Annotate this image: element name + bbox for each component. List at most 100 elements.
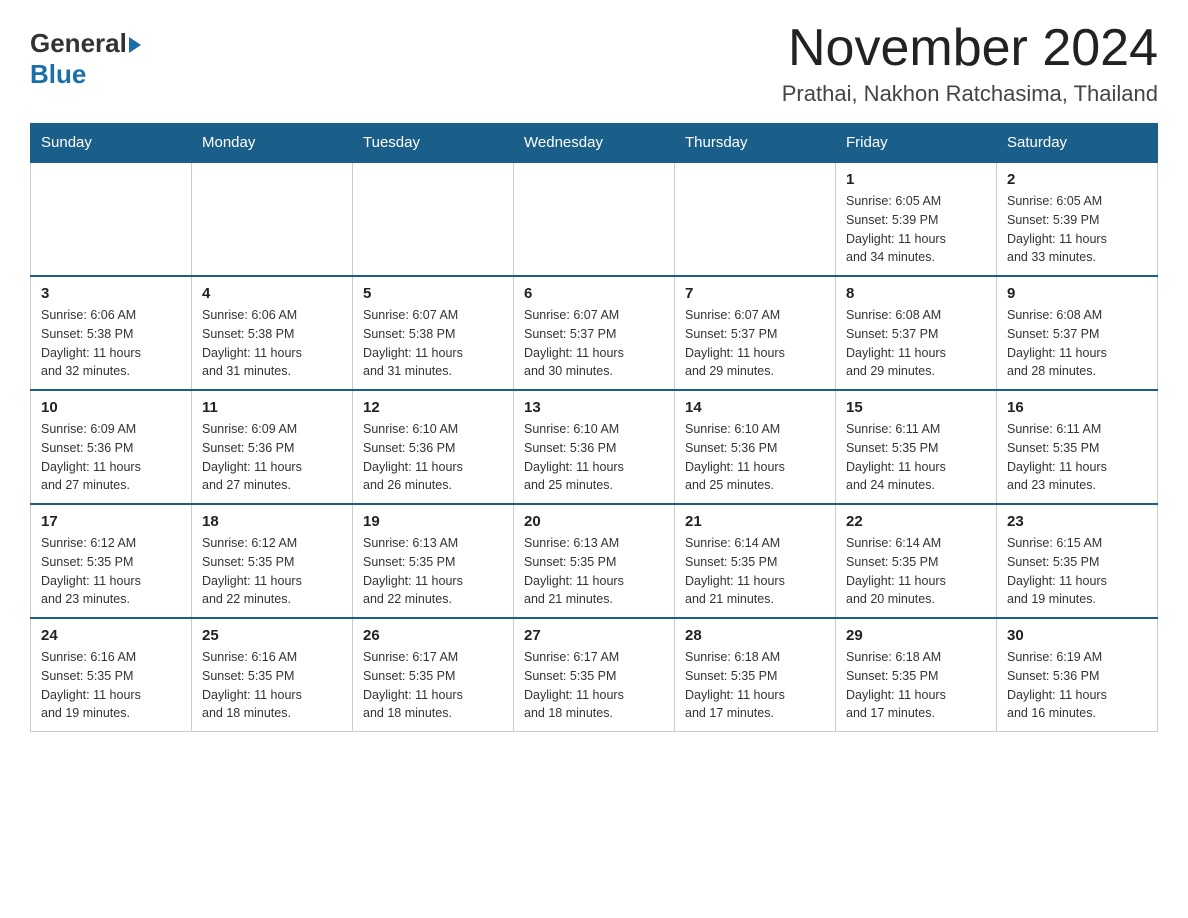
day-info: Sunrise: 6:18 AMSunset: 5:35 PMDaylight:… — [685, 648, 825, 723]
day-info: Sunrise: 6:09 AMSunset: 5:36 PMDaylight:… — [41, 420, 181, 495]
day-info: Sunrise: 6:09 AMSunset: 5:36 PMDaylight:… — [202, 420, 342, 495]
day-number: 23 — [1007, 513, 1147, 530]
day-info: Sunrise: 6:05 AMSunset: 5:39 PMDaylight:… — [1007, 192, 1147, 267]
day-number: 9 — [1007, 285, 1147, 302]
day-number: 20 — [524, 513, 664, 530]
day-info: Sunrise: 6:13 AMSunset: 5:35 PMDaylight:… — [363, 534, 503, 609]
calendar-cell — [514, 162, 675, 276]
calendar-cell: 24 Sunrise: 6:16 AMSunset: 5:35 PMDayligh… — [31, 618, 192, 732]
day-number: 11 — [202, 399, 342, 416]
day-number: 15 — [846, 399, 986, 416]
title-section: November 2024 Prathai, Nakhon Ratchasima… — [782, 20, 1158, 107]
day-info: Sunrise: 6:17 AMSunset: 5:35 PMDaylight:… — [363, 648, 503, 723]
calendar-cell — [353, 162, 514, 276]
logo: General Blue — [30, 20, 141, 90]
logo-triangle-icon — [129, 37, 141, 53]
calendar-cell: 2 Sunrise: 6:05 AMSunset: 5:39 PMDaylight… — [997, 162, 1158, 276]
day-number: 10 — [41, 399, 181, 416]
day-number: 4 — [202, 285, 342, 302]
calendar-cell: 25Sunrise: 6:16 AMSunset: 5:35 PMDayligh… — [192, 618, 353, 732]
day-info: Sunrise: 6:16 AMSunset: 5:35 PMDaylight:… — [41, 648, 181, 723]
calendar-cell: 19 Sunrise: 6:13 AMSunset: 5:35 PMDayligh… — [353, 504, 514, 618]
calendar-cell: 22 Sunrise: 6:14 AMSunset: 5:35 PMDayligh… — [836, 504, 997, 618]
day-info: Sunrise: 6:06 AMSunset: 5:38 PMDaylight:… — [41, 306, 181, 381]
calendar-cell: 3 Sunrise: 6:06 AMSunset: 5:38 PMDaylight… — [31, 276, 192, 390]
calendar-day-header: Monday — [192, 124, 353, 163]
calendar-cell: 27Sunrise: 6:17 AMSunset: 5:35 PMDayligh… — [514, 618, 675, 732]
day-number: 21 — [685, 513, 825, 530]
day-number: 22 — [846, 513, 986, 530]
calendar-cell: 26 Sunrise: 6:17 AMSunset: 5:35 PMDayligh… — [353, 618, 514, 732]
day-number: 7 — [685, 285, 825, 302]
day-number: 25 — [202, 627, 342, 644]
day-number: 2 — [1007, 171, 1147, 188]
calendar-cell: 29Sunrise: 6:18 AMSunset: 5:35 PMDayligh… — [836, 618, 997, 732]
calendar-week-row: 24 Sunrise: 6:16 AMSunset: 5:35 PMDayligh… — [31, 618, 1158, 732]
calendar-cell: 12 Sunrise: 6:10 AMSunset: 5:36 PMDayligh… — [353, 390, 514, 504]
calendar-cell — [675, 162, 836, 276]
calendar-cell: 30 Sunrise: 6:19 AMSunset: 5:36 PMDayligh… — [997, 618, 1158, 732]
calendar-table: SundayMondayTuesdayWednesdayThursdayFrid… — [30, 123, 1158, 732]
day-info: Sunrise: 6:08 AMSunset: 5:37 PMDaylight:… — [846, 306, 986, 381]
day-info: Sunrise: 6:10 AMSunset: 5:36 PMDaylight:… — [524, 420, 664, 495]
day-number: 30 — [1007, 627, 1147, 644]
day-info: Sunrise: 6:12 AMSunset: 5:35 PMDaylight:… — [202, 534, 342, 609]
calendar-cell: 9Sunrise: 6:08 AMSunset: 5:37 PMDaylight… — [997, 276, 1158, 390]
day-info: Sunrise: 6:14 AMSunset: 5:35 PMDaylight:… — [846, 534, 986, 609]
calendar-cell — [31, 162, 192, 276]
day-info: Sunrise: 6:07 AMSunset: 5:37 PMDaylight:… — [524, 306, 664, 381]
calendar-week-row: 10 Sunrise: 6:09 AMSunset: 5:36 PMDayligh… — [31, 390, 1158, 504]
calendar-cell: 5Sunrise: 6:07 AMSunset: 5:38 PMDaylight… — [353, 276, 514, 390]
calendar-cell: 6 Sunrise: 6:07 AMSunset: 5:37 PMDaylight… — [514, 276, 675, 390]
calendar-header-row: SundayMondayTuesdayWednesdayThursdayFrid… — [31, 124, 1158, 163]
day-info: Sunrise: 6:06 AMSunset: 5:38 PMDaylight:… — [202, 306, 342, 381]
day-number: 13 — [524, 399, 664, 416]
day-info: Sunrise: 6:19 AMSunset: 5:36 PMDaylight:… — [1007, 648, 1147, 723]
day-info: Sunrise: 6:17 AMSunset: 5:35 PMDaylight:… — [524, 648, 664, 723]
day-info: Sunrise: 6:12 AMSunset: 5:35 PMDaylight:… — [41, 534, 181, 609]
calendar-day-header: Saturday — [997, 124, 1158, 163]
day-number: 1 — [846, 171, 986, 188]
day-info: Sunrise: 6:11 AMSunset: 5:35 PMDaylight:… — [846, 420, 986, 495]
day-info: Sunrise: 6:14 AMSunset: 5:35 PMDaylight:… — [685, 534, 825, 609]
page-header: General Blue November 2024 Prathai, Nakh… — [30, 20, 1158, 107]
day-number: 3 — [41, 285, 181, 302]
calendar-cell: 14 Sunrise: 6:10 AMSunset: 5:36 PMDayligh… — [675, 390, 836, 504]
day-number: 8 — [846, 285, 986, 302]
day-number: 24 — [41, 627, 181, 644]
day-info: Sunrise: 6:10 AMSunset: 5:36 PMDaylight:… — [363, 420, 503, 495]
calendar-cell: 4 Sunrise: 6:06 AMSunset: 5:38 PMDaylight… — [192, 276, 353, 390]
location-title: Prathai, Nakhon Ratchasima, Thailand — [782, 81, 1158, 107]
calendar-week-row: 17 Sunrise: 6:12 AMSunset: 5:35 PMDayligh… — [31, 504, 1158, 618]
calendar-cell: 18 Sunrise: 6:12 AMSunset: 5:35 PMDayligh… — [192, 504, 353, 618]
day-number: 28 — [685, 627, 825, 644]
calendar-cell: 28 Sunrise: 6:18 AMSunset: 5:35 PMDayligh… — [675, 618, 836, 732]
calendar-cell: 8 Sunrise: 6:08 AMSunset: 5:37 PMDaylight… — [836, 276, 997, 390]
day-number: 26 — [363, 627, 503, 644]
day-info: Sunrise: 6:05 AMSunset: 5:39 PMDaylight:… — [846, 192, 986, 267]
calendar-week-row: 1 Sunrise: 6:05 AMSunset: 5:39 PMDaylight… — [31, 162, 1158, 276]
day-number: 17 — [41, 513, 181, 530]
day-info: Sunrise: 6:11 AMSunset: 5:35 PMDaylight:… — [1007, 420, 1147, 495]
calendar-cell — [192, 162, 353, 276]
calendar-cell: 11 Sunrise: 6:09 AMSunset: 5:36 PMDayligh… — [192, 390, 353, 504]
calendar-cell: 1 Sunrise: 6:05 AMSunset: 5:39 PMDaylight… — [836, 162, 997, 276]
logo-general-text: General — [30, 28, 127, 59]
calendar-week-row: 3 Sunrise: 6:06 AMSunset: 5:38 PMDaylight… — [31, 276, 1158, 390]
day-info: Sunrise: 6:15 AMSunset: 5:35 PMDaylight:… — [1007, 534, 1147, 609]
day-info: Sunrise: 6:07 AMSunset: 5:37 PMDaylight:… — [685, 306, 825, 381]
day-info: Sunrise: 6:13 AMSunset: 5:35 PMDaylight:… — [524, 534, 664, 609]
calendar-day-header: Tuesday — [353, 124, 514, 163]
day-number: 12 — [363, 399, 503, 416]
day-number: 19 — [363, 513, 503, 530]
day-number: 18 — [202, 513, 342, 530]
month-title: November 2024 — [782, 20, 1158, 77]
calendar-day-header: Sunday — [31, 124, 192, 163]
calendar-day-header: Thursday — [675, 124, 836, 163]
calendar-cell: 7 Sunrise: 6:07 AMSunset: 5:37 PMDaylight… — [675, 276, 836, 390]
day-number: 14 — [685, 399, 825, 416]
day-number: 6 — [524, 285, 664, 302]
calendar-cell: 10 Sunrise: 6:09 AMSunset: 5:36 PMDayligh… — [31, 390, 192, 504]
day-info: Sunrise: 6:10 AMSunset: 5:36 PMDaylight:… — [685, 420, 825, 495]
calendar-cell: 20 Sunrise: 6:13 AMSunset: 5:35 PMDayligh… — [514, 504, 675, 618]
